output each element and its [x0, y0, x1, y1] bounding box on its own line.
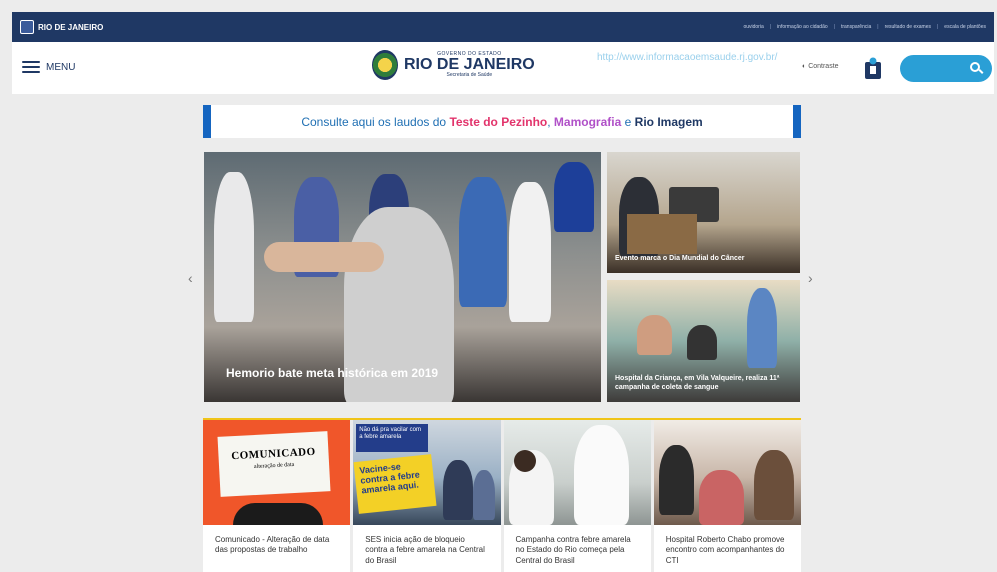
top-link-info[interactable]: informação ao cidadão: [777, 24, 828, 30]
news-card-text[interactable]: Hospital Roberto Chabo promove encontro …: [654, 525, 801, 566]
header: MENU GOVERNO DO ESTADO RIO DE JANEIRO Se…: [12, 42, 994, 94]
menu-button[interactable]: MENU: [22, 61, 75, 73]
brand-logo[interactable]: GOVERNO DO ESTADO RIO DE JANEIRO Secreta…: [372, 50, 535, 80]
main-news-caption: Hemorio bate meta histórica em 2019: [226, 366, 439, 380]
news-card-image: Não dá pra vacilar com a febre amarela V…: [353, 420, 501, 525]
top-logo-text: RIO DE JANEIRO: [38, 22, 104, 32]
card-image-poster-top: Não dá pra vacilar com a febre amarela: [356, 424, 429, 452]
news-card-image: [653, 420, 801, 525]
state-emblem-icon: [20, 20, 34, 34]
top-bar: RIO DE JANEIRO ouvidoria | informação ao …: [12, 12, 994, 42]
brand-name: RIO DE JANEIRO: [404, 56, 535, 73]
top-links: ouvidoria | informação ao cidadão | transp…: [743, 24, 986, 30]
brand-sec: Secretaria de Saúde: [446, 72, 493, 78]
banner-prefix: Consulte aqui os laudos do: [301, 114, 447, 129]
banner-link-mamografia[interactable]: Mamografia: [554, 115, 621, 129]
banner-link-pezinho[interactable]: Teste do Pezinho: [449, 115, 547, 129]
banner-link-rio-imagem[interactable]: Rio Imagem: [635, 115, 703, 129]
top-link-transparencia[interactable]: transparência: [841, 24, 871, 30]
news-card-image: [503, 420, 651, 525]
side-news-slide-1[interactable]: Evento marca o Dia Mundial do Câncer: [607, 152, 800, 273]
news-card-text[interactable]: Comunicado - Alteração de data das propo…: [203, 525, 350, 556]
top-link-exames[interactable]: resultado de exames: [885, 24, 931, 30]
top-link-ouvidoria[interactable]: ouvidoria: [743, 24, 763, 30]
hamburger-icon: [22, 61, 40, 73]
contrast-toggle[interactable]: ◐ Contraste: [802, 63, 839, 70]
side-news-slide-2[interactable]: Hospital da Criança, em Vila Valqueire, …: [607, 280, 800, 402]
search-icon[interactable]: [970, 62, 980, 72]
slider-next-button[interactable]: ›: [808, 270, 813, 286]
search-box[interactable]: [900, 55, 992, 82]
side-news-caption-2: Hospital da Criança, em Vila Valqueire, …: [615, 375, 780, 391]
state-seal-icon: [372, 50, 398, 80]
top-link-plantoes[interactable]: escala de plantões: [944, 24, 986, 30]
news-card-image: COMUNICADO alteração de data: [203, 420, 351, 525]
accessibility-icon[interactable]: [862, 56, 884, 80]
top-logo[interactable]: RIO DE JANEIRO: [20, 20, 103, 34]
laudos-banner[interactable]: Consulte aqui os laudos do Teste do Pezi…: [203, 105, 801, 138]
news-card-text[interactable]: SES inicia ação de bloqueio contra a feb…: [353, 525, 500, 566]
news-card-text[interactable]: Campanha contra febre amarela no Estado …: [504, 525, 651, 566]
slider-prev-button[interactable]: ‹: [188, 270, 193, 286]
card-image-poster: Vacine-se contra a febre amarela aqui.: [353, 454, 437, 514]
banner-and: e: [624, 114, 632, 129]
menu-label: MENU: [46, 61, 76, 73]
banner-sep: ,: [547, 114, 551, 129]
news-cards: COMUNICADO alteração de data Comunicado …: [203, 418, 801, 572]
news-card[interactable]: Não dá pra vacilar com a febre amarela V…: [353, 420, 501, 572]
news-card[interactable]: COMUNICADO alteração de data Comunicado …: [203, 420, 351, 572]
url-text: http://www.informacaoemsaude.rj.gov.br/: [597, 52, 778, 63]
news-card[interactable]: Campanha contra febre amarela no Estado …: [503, 420, 651, 572]
side-news-caption-1: Evento marca o Dia Mundial do Câncer: [615, 254, 745, 262]
main-news-slide[interactable]: Hemorio bate meta histórica em 2019: [204, 152, 601, 402]
news-card[interactable]: Hospital Roberto Chabo promove encontro …: [653, 420, 801, 572]
